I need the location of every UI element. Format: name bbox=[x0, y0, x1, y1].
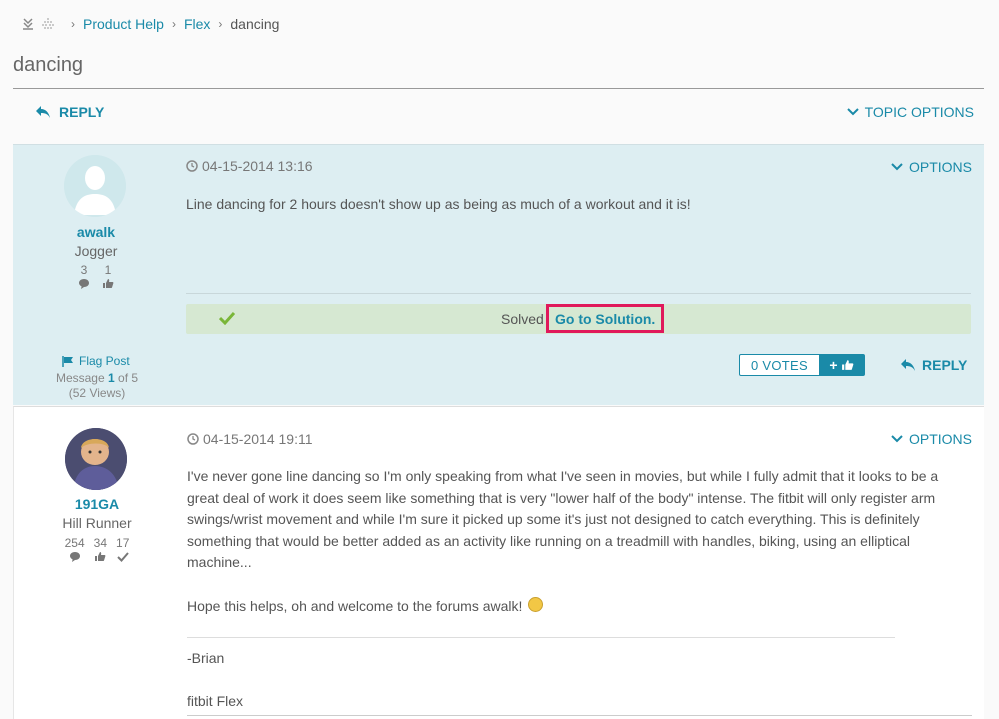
thumbs-up-icon bbox=[841, 360, 853, 370]
message-prefix: Message bbox=[55, 371, 105, 385]
timestamp-text: 04-15-2014 19:11 bbox=[203, 431, 313, 447]
post-options-button[interactable]: OPTIONS bbox=[891, 159, 972, 175]
clock-icon bbox=[187, 433, 199, 445]
reply-icon bbox=[36, 106, 50, 118]
user-stats: 3 1 bbox=[13, 263, 179, 289]
signature-divider bbox=[187, 637, 895, 638]
message-index: 1 bbox=[108, 371, 115, 385]
post-body-closing: Hope this helps, oh and welcome to the f… bbox=[187, 596, 967, 618]
checkmark-icon bbox=[116, 552, 129, 562]
kudos-stat: 1 bbox=[102, 263, 114, 289]
avatar[interactable] bbox=[64, 155, 126, 217]
posts-count: 3 bbox=[80, 263, 88, 277]
thumbs-up-icon bbox=[95, 552, 106, 561]
comment-icon bbox=[79, 279, 89, 289]
posts-stat: 3 bbox=[78, 263, 90, 289]
title-divider bbox=[13, 88, 984, 89]
posts-stat: 254 bbox=[65, 536, 85, 562]
breadcrumb-product-help[interactable]: Product Help bbox=[83, 16, 164, 32]
reply-label: REPLY bbox=[59, 104, 105, 120]
user-stats: 254 34 17 bbox=[14, 536, 180, 562]
breadcrumb-flex[interactable]: Flex bbox=[184, 16, 210, 32]
kudos-stat: 34 bbox=[94, 536, 107, 562]
breadcrumb: › Product Help › Flex › dancing bbox=[22, 14, 279, 34]
topic-action-bar: REPLY TOPIC OPTIONS bbox=[13, 90, 984, 144]
user-rank: Jogger bbox=[74, 243, 118, 259]
post-timestamp: 04-15-2014 19:11 bbox=[187, 431, 313, 447]
username[interactable]: 191GA bbox=[14, 496, 180, 512]
post-options-button[interactable]: OPTIONS bbox=[891, 431, 972, 447]
options-label: OPTIONS bbox=[908, 159, 972, 175]
flag-post-label: Flag Post bbox=[79, 354, 130, 368]
smiley-icon bbox=[528, 597, 544, 612]
post-2: 191GA Hill Runner 254 34 17 04-15-2014 1… bbox=[13, 406, 984, 719]
go-to-solution-link[interactable]: Go to Solution. bbox=[546, 304, 665, 333]
reply-label: REPLY bbox=[922, 357, 968, 373]
options-label: OPTIONS bbox=[908, 431, 972, 447]
avatar[interactable] bbox=[65, 428, 127, 490]
post-body: I've never gone line dancing so I'm only… bbox=[187, 468, 939, 570]
post-reply-button[interactable]: REPLY bbox=[900, 357, 967, 373]
username[interactable]: awalk bbox=[13, 224, 179, 240]
view-count: (52 Views) bbox=[68, 386, 126, 400]
chevron-down-icon bbox=[846, 108, 859, 116]
flag-icon bbox=[62, 355, 73, 367]
topic-options-button[interactable]: TOPIC OPTIONS bbox=[846, 104, 974, 120]
divider bbox=[186, 293, 971, 294]
message-count: Message 1 of 5 (52 Views) bbox=[13, 371, 181, 401]
post-timestamp: 04-15-2014 13:16 bbox=[186, 158, 313, 174]
user-rank: Hill Runner bbox=[62, 515, 132, 531]
chevron-right-icon: › bbox=[71, 17, 75, 31]
message-suffix: of 5 bbox=[118, 371, 139, 385]
timestamp-text: 04-15-2014 13:16 bbox=[202, 158, 313, 174]
topic-options-label: TOPIC OPTIONS bbox=[864, 104, 974, 120]
chevron-right-icon: › bbox=[171, 17, 176, 31]
comment-icon bbox=[69, 552, 80, 562]
reply-icon bbox=[901, 359, 915, 371]
chevron-right-icon: › bbox=[218, 17, 223, 31]
post-1: awalk Jogger 3 1 04-15-2014 13:16 OPTION… bbox=[13, 144, 984, 405]
solutions-count: 17 bbox=[116, 536, 130, 550]
solutions-stat: 17 bbox=[116, 536, 129, 562]
chevron-down-icon bbox=[891, 163, 903, 171]
signature-name: -Brian bbox=[187, 650, 225, 666]
thumbs-up-icon bbox=[103, 279, 114, 288]
collapse-icon[interactable] bbox=[22, 18, 34, 30]
vote-button[interactable]: 0 VOTES + bbox=[739, 354, 865, 376]
solved-label: Solved bbox=[501, 311, 544, 327]
chevron-right-icon bbox=[41, 17, 55, 31]
kudos-count: 1 bbox=[104, 263, 112, 277]
clock-icon bbox=[186, 160, 198, 172]
closing-text: Hope this helps, oh and welcome to the f… bbox=[187, 598, 523, 614]
reply-button[interactable]: REPLY bbox=[35, 104, 104, 120]
breadcrumb-current: dancing bbox=[230, 16, 280, 32]
vote-count: 0 VOTES bbox=[750, 357, 808, 373]
checkmark-icon bbox=[219, 311, 235, 325]
signature-device: fitbit Flex bbox=[187, 693, 244, 709]
flag-post-link[interactable]: Flag Post bbox=[62, 354, 130, 368]
solved-banner: Solved Go to Solution. bbox=[186, 304, 971, 334]
post-body: Line dancing for 2 hours doesn't show up… bbox=[186, 196, 691, 212]
add-vote-button[interactable]: + bbox=[819, 355, 864, 375]
chevron-down-icon bbox=[891, 435, 903, 443]
kudos-count: 34 bbox=[93, 536, 108, 550]
plus-label: + bbox=[829, 357, 838, 373]
page-title: dancing bbox=[13, 54, 84, 76]
posts-count: 254 bbox=[64, 536, 85, 550]
divider bbox=[187, 715, 972, 716]
